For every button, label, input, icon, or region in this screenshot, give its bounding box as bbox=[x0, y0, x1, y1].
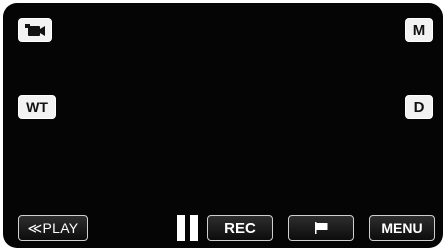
flag-icon bbox=[315, 222, 328, 234]
pause-icon[interactable] bbox=[177, 215, 199, 241]
playback-button[interactable]: ≪PLAY bbox=[18, 215, 88, 241]
camera-mode-button[interactable] bbox=[18, 18, 52, 42]
zoom-button[interactable]: WT bbox=[18, 95, 56, 119]
flag-button[interactable] bbox=[288, 215, 354, 241]
camera-touch-screen: M WT D ≪PLAY REC MENU bbox=[3, 3, 443, 248]
manual-mode-button[interactable]: M bbox=[405, 18, 433, 42]
display-button[interactable]: D bbox=[405, 95, 433, 119]
video-camera-icon bbox=[25, 24, 45, 36]
record-button[interactable]: REC bbox=[207, 215, 273, 241]
menu-button[interactable]: MENU bbox=[369, 215, 435, 241]
